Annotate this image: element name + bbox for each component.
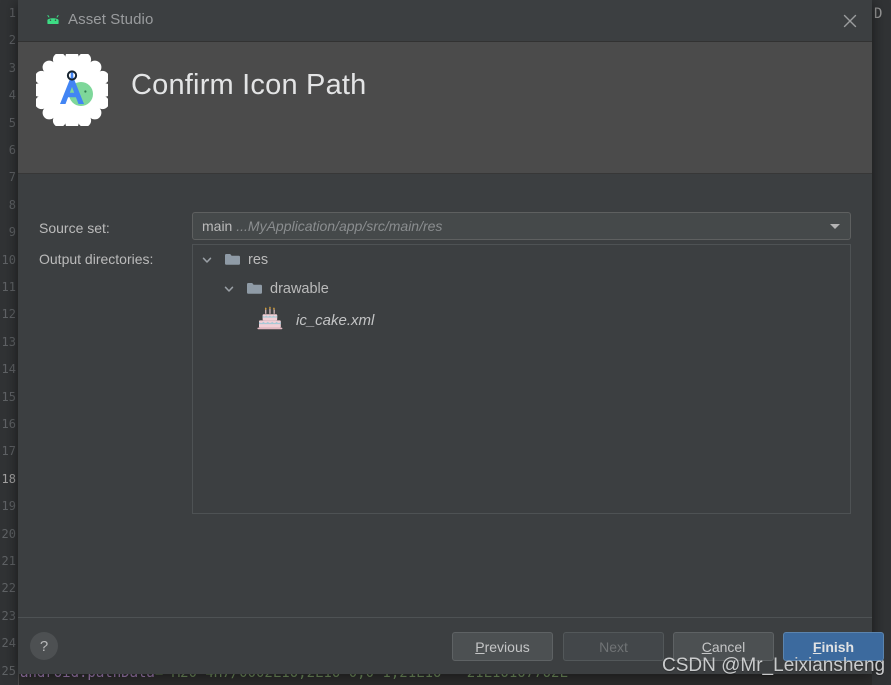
dialog-header: Confirm Icon Path — [18, 42, 872, 174]
tree-node-label: res — [248, 251, 269, 268]
tree-node-label: drawable — [270, 280, 329, 297]
gutter-line-number: 14 — [1, 362, 16, 377]
gutter-line-number: 24 — [1, 636, 16, 651]
editor-right-scroll-strip[interactable] — [872, 0, 891, 685]
finish-button[interactable]: Finish — [783, 632, 884, 661]
tree-node-res[interactable]: res — [193, 245, 850, 274]
android-robot-icon — [44, 12, 62, 30]
cancel-button-label: Cancel — [701, 638, 746, 655]
output-directories-label: Output directories: — [39, 251, 154, 267]
source-set-label: Source set: — [39, 220, 110, 236]
page-title: Confirm Icon Path — [131, 69, 367, 101]
tree-node-drawable[interactable]: drawable — [193, 274, 850, 303]
gutter-line-number: 4 — [8, 88, 16, 103]
gutter-line-number: 9 — [8, 225, 16, 240]
dialog-title-text: Asset Studio — [68, 11, 154, 28]
finish-button-label: Finish — [812, 638, 855, 655]
help-button[interactable]: ? — [30, 632, 58, 660]
gutter-line-number: 3 — [8, 60, 16, 75]
chevron-down-icon[interactable] — [830, 224, 840, 229]
gutter-line-number: 2 — [8, 33, 16, 48]
folder-icon — [223, 251, 241, 269]
gutter-line-number: 13 — [1, 334, 16, 349]
close-icon[interactable] — [836, 7, 864, 35]
gutter-line-number: 11 — [1, 280, 16, 294]
gutter-line-number: 15 — [1, 389, 16, 404]
gutter-line-number: 23 — [1, 608, 16, 623]
gutter-line-number: 7 — [8, 170, 16, 185]
gutter-line-number: 22 — [1, 581, 16, 596]
gutter-line-number: 17 — [1, 444, 16, 459]
gutter-line-number: 21 — [1, 554, 16, 568]
gutter-line-number: 6 — [8, 143, 16, 157]
dialog-titlebar: Asset Studio — [18, 0, 872, 42]
next-button: Next — [563, 632, 664, 661]
chevron-down-icon[interactable] — [221, 281, 237, 297]
gutter-line-number: 20 — [1, 526, 16, 541]
gutter-line-number: 18 — [1, 471, 16, 486]
gutter-line-number: 12 — [1, 307, 16, 322]
gutter-line-number: 25 — [1, 663, 16, 678]
source-set-value: main ...MyApplication/app/src/main/res — [202, 218, 442, 234]
android-studio-logo — [32, 50, 112, 130]
dialog-footer: ? Previous Next Cancel Finish — [18, 617, 884, 674]
question-mark-icon: ? — [39, 637, 49, 655]
source-set-path: ...MyApplication/app/src/main/res — [236, 218, 443, 234]
gutter-line-number: 8 — [8, 197, 16, 212]
source-set-combobox[interactable]: main ...MyApplication/app/src/main/res — [192, 212, 851, 240]
cancel-button[interactable]: Cancel — [673, 632, 774, 661]
source-set-name: main — [202, 218, 237, 234]
gutter-line-number: 10 — [1, 252, 16, 267]
gutter-line-number: 5 — [8, 115, 16, 130]
tree-node-label: ic_cake.xml — [296, 311, 375, 329]
cake-icon — [255, 305, 285, 335]
next-button-label: Next — [599, 638, 628, 655]
dialog-body: Source set: main ...MyApplication/app/sr… — [18, 174, 872, 617]
previous-button[interactable]: Previous — [452, 632, 553, 661]
tree-node-ic-cake-xml[interactable]: ic_cake.xml — [193, 303, 850, 337]
editor-right-edge-letter: D — [874, 6, 883, 22]
asset-studio-dialog: Asset Studio Confirm Icon Path Source se… — [18, 0, 884, 674]
previous-button-label: Previous — [475, 638, 530, 655]
chevron-down-icon[interactable] — [199, 252, 215, 268]
folder-icon — [245, 280, 263, 298]
gutter-line-number: 1 — [8, 6, 16, 20]
gutter-line-number: 16 — [1, 417, 16, 431]
output-directories-tree[interactable]: res drawable ic_cake.xml — [192, 244, 851, 514]
gutter-line-number: 19 — [1, 499, 16, 514]
editor-line-number-gutter: 1 2 3 4 5 6 7 8 9 10 11 12 13 14 15 16 17 18 19 20 21 22 23 24 2… — [0, 0, 19, 685]
